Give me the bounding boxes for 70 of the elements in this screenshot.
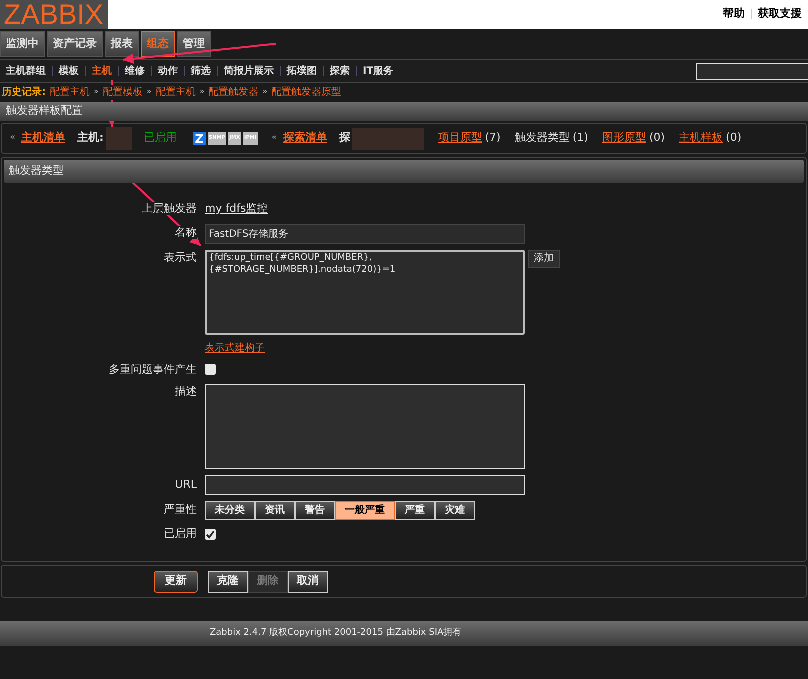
redacted-icon bbox=[106, 127, 132, 150]
severity-button[interactable]: 灾难 bbox=[435, 501, 475, 520]
checkbox[interactable] bbox=[205, 364, 216, 376]
field-label: 已启用 bbox=[164, 527, 197, 540]
severity-button[interactable]: 严重 bbox=[395, 501, 435, 520]
url-field[interactable] bbox=[205, 475, 525, 495]
sub-menu-item[interactable]: 简报片展示 bbox=[224, 64, 274, 78]
page-title: 触发器样板配置 bbox=[6, 103, 83, 120]
field-label: 多重问题事件产生 bbox=[109, 362, 197, 376]
severity-button[interactable]: 一般严重 bbox=[335, 501, 395, 520]
severity-button[interactable]: 警告 bbox=[295, 501, 335, 520]
breadcrumb-link[interactable]: 配置模板 bbox=[102, 84, 143, 100]
nav-link[interactable]: 图形原型 bbox=[602, 130, 646, 147]
breadcrumb-link[interactable]: 配置触发器原型 bbox=[272, 84, 342, 100]
main-menu-tab[interactable]: 报表 bbox=[105, 31, 139, 57]
name-field[interactable]: FastDFS存储服务 bbox=[205, 224, 525, 244]
host-status: 已启用 bbox=[144, 130, 177, 146]
header-link[interactable]: 获取支援 bbox=[758, 6, 802, 22]
header-link[interactable]: 帮助 bbox=[723, 6, 745, 22]
main-menu-tab[interactable]: 监测中 bbox=[0, 31, 45, 57]
nav-link[interactable]: 项目原型 bbox=[438, 130, 482, 147]
sub-menu-item[interactable]: IT服务 bbox=[363, 64, 394, 78]
back-marker: « bbox=[10, 132, 16, 145]
field-label: 上层触发器 bbox=[142, 202, 197, 215]
main-menu-tab[interactable]: 资产记录 bbox=[47, 31, 103, 57]
breadcrumb-link[interactable]: 配置主机 bbox=[156, 84, 196, 100]
redacted-icon bbox=[352, 128, 424, 150]
breadcrumb-link[interactable]: 配置触发器 bbox=[208, 84, 259, 100]
breadcrumb-link[interactable]: 配置主机 bbox=[50, 84, 90, 100]
add-button[interactable]: 添加 bbox=[528, 250, 560, 268]
sub-menu-item[interactable]: 维修 bbox=[125, 64, 145, 78]
item-count: (0) bbox=[726, 130, 742, 146]
form-button[interactable]: 取消 bbox=[288, 570, 328, 592]
field-label: 表示式 bbox=[164, 250, 197, 264]
sub-menu-item[interactable]: 主机群组 bbox=[6, 64, 46, 78]
update-button[interactable]: 更新 bbox=[154, 570, 198, 592]
expression-constructor-link[interactable]: 表示式建构子 bbox=[205, 340, 265, 356]
item-count: (1) bbox=[572, 130, 588, 146]
sub-menu-item[interactable]: 主机 bbox=[92, 64, 112, 78]
parent-trigger-link[interactable]: my fdfs监控 bbox=[205, 201, 268, 218]
sub-menu-item[interactable]: 探索 bbox=[330, 64, 350, 78]
form-button[interactable]: 克隆 bbox=[208, 570, 248, 592]
host-list-link[interactable]: 主机清单 bbox=[22, 130, 66, 147]
field-label: 描述 bbox=[175, 385, 197, 398]
discovery-list-link[interactable]: 探索清单 bbox=[283, 130, 328, 147]
back-marker: « bbox=[272, 132, 278, 145]
item-count: (7) bbox=[485, 130, 501, 146]
footer-text: Zabbix 2.4.7 版权Copyright 2001-2015 由Zabbix SIA拥有 bbox=[210, 626, 462, 640]
section-title: 触发器类型 bbox=[9, 163, 64, 180]
history-label: 历史记录: bbox=[2, 86, 46, 100]
severity-button[interactable]: 未分类 bbox=[205, 501, 255, 520]
field-label: 名称 bbox=[175, 226, 197, 240]
nav-current[interactable]: 触发器类型 bbox=[514, 130, 570, 147]
severity-button[interactable]: 资讯 bbox=[255, 501, 295, 520]
field-label: URL bbox=[175, 478, 197, 491]
nav-link[interactable]: 主机样板 bbox=[679, 130, 724, 147]
field-label: 严重性 bbox=[164, 503, 197, 516]
search-field[interactable] bbox=[696, 62, 808, 80]
sub-menu-item[interactable]: 拓墣图 bbox=[287, 64, 317, 78]
item-count: (0) bbox=[649, 130, 666, 146]
sub-menu-item[interactable]: 模板 bbox=[59, 64, 79, 78]
checkbox[interactable] bbox=[205, 528, 216, 540]
main-menu-tab[interactable]: 管理 bbox=[177, 31, 211, 57]
sub-menu-item[interactable]: 筛选 bbox=[191, 64, 211, 78]
availability-badge: Z bbox=[192, 132, 206, 145]
description-field[interactable] bbox=[205, 384, 525, 469]
discovery-label: 探 bbox=[339, 130, 350, 146]
sub-menu-item[interactable]: 动作 bbox=[158, 64, 178, 78]
expression-field[interactable]: {fdfs:up_time[{#GROUP_NUMBER}, {#STORAGE_NUMBER}].nodata(720)}=1 bbox=[205, 250, 525, 334]
host-label: 主机: bbox=[78, 130, 104, 146]
